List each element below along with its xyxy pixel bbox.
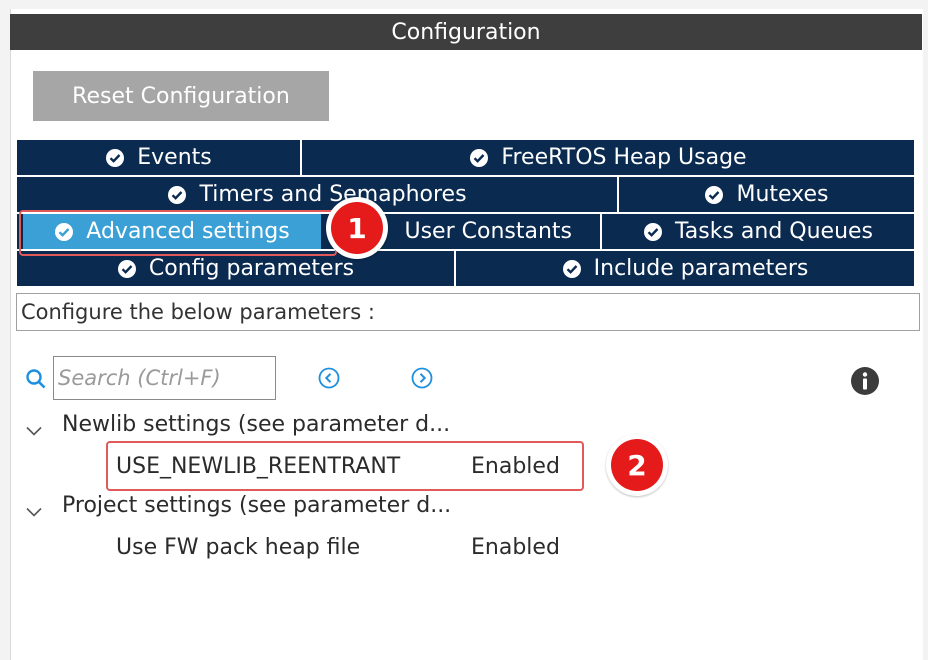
check-circle-icon (105, 148, 125, 168)
tab-mutexes[interactable]: Mutexes (619, 177, 914, 212)
param-value[interactable]: Enabled (471, 535, 560, 560)
check-circle-icon (704, 185, 724, 205)
callout-1-highlight (19, 210, 337, 256)
tab-config-parameters[interactable]: Config parameters (17, 251, 454, 286)
tab-freertos-heap-usage[interactable]: FreeRTOS Heap Usage (302, 140, 914, 175)
info-icon[interactable] (850, 366, 880, 396)
chevron-left-circle-icon[interactable] (318, 367, 340, 389)
param-name[interactable]: Use FW pack heap file (116, 535, 360, 560)
tab-label: Config parameters (148, 256, 355, 281)
chevron-down-icon[interactable] (26, 502, 42, 517)
check-circle-icon (117, 259, 137, 279)
search-icon (25, 368, 47, 390)
tree-group-newlib[interactable]: Newlib settings (see parameter d... (62, 412, 450, 437)
tab-events[interactable]: Events (17, 140, 300, 175)
check-circle-icon (167, 185, 187, 205)
callout-2-badge: 2 (606, 434, 668, 496)
callout-2-number: 2 (611, 439, 663, 491)
tab-label: Events (137, 145, 212, 170)
tab-label: User Constants (404, 219, 572, 244)
tab-timers-and-semaphores[interactable]: Timers and Semaphores (17, 177, 617, 212)
callout-2-highlight (106, 441, 584, 491)
tab-label: FreeRTOS Heap Usage (501, 145, 747, 170)
search-input[interactable]: Search (Ctrl+F) (53, 356, 276, 400)
tab-label: Mutexes (736, 182, 829, 207)
tab-label: Include parameters (593, 256, 809, 281)
check-circle-icon (562, 259, 582, 279)
tab-tasks-and-queues[interactable]: Tasks and Queues (602, 214, 914, 249)
parameters-description: Configure the below parameters : (16, 293, 920, 331)
check-circle-icon (643, 222, 663, 242)
check-circle-icon (469, 148, 489, 168)
callout-1-badge: 1 (326, 197, 388, 259)
tab-include-parameters[interactable]: Include parameters (456, 251, 914, 286)
tab-label: Timers and Semaphores (199, 182, 467, 207)
reset-configuration-button[interactable]: Reset Configuration (33, 71, 329, 121)
tab-label: Tasks and Queues (674, 219, 874, 244)
panel-title: Configuration (10, 14, 922, 50)
chevron-right-circle-icon[interactable] (411, 367, 433, 389)
tree-group-project[interactable]: Project settings (see parameter d... (62, 493, 451, 518)
chevron-down-icon[interactable] (26, 421, 42, 436)
callout-1-number: 1 (331, 202, 383, 254)
